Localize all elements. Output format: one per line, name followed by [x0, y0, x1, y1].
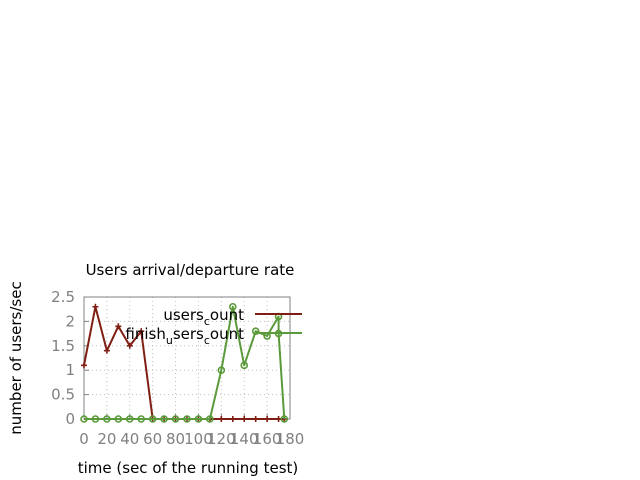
y-tick-label: 2	[65, 312, 75, 330]
y-tick-label: 1	[65, 361, 75, 379]
y-tick-label: 0	[65, 410, 75, 428]
y-axis-label: number of users/sec	[7, 281, 25, 434]
data-point	[241, 416, 248, 422]
x-tick-label: 80	[166, 430, 185, 448]
data-point	[92, 303, 99, 310]
y-tick-label: 0.5	[51, 386, 75, 404]
y-axis: 0 0.5 1 1.5 2 2.5	[51, 288, 89, 428]
data-point	[81, 362, 87, 369]
data-point	[252, 416, 259, 422]
legend: userscount finishuserscount	[125, 306, 302, 347]
x-tick-label: 0	[79, 430, 89, 448]
x-tick-label: 40	[120, 430, 139, 448]
chart: Users arrival/departure rate 0 0.5 1 1.5 2 2.…	[7, 261, 305, 477]
y-tick-label: 1.5	[51, 337, 75, 355]
chart-title: Users arrival/departure rate	[86, 261, 295, 279]
data-point	[264, 416, 271, 422]
y-tick-label: 2.5	[51, 288, 75, 306]
x-axis-label: time (sec of the running test)	[78, 459, 299, 477]
data-point	[218, 416, 225, 422]
x-tick-label: 180	[276, 430, 305, 448]
x-tick-label: 20	[97, 430, 116, 448]
x-tick-label: 60	[143, 430, 162, 448]
data-point	[229, 416, 236, 422]
